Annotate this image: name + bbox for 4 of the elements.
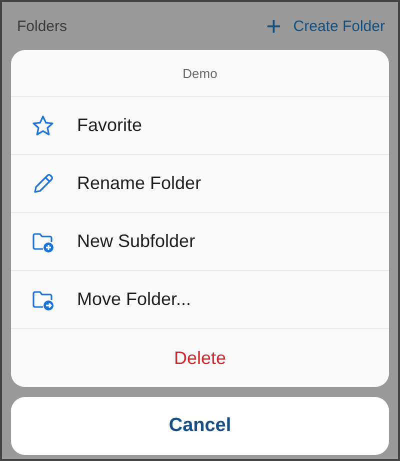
star-icon bbox=[31, 114, 55, 138]
pencil-icon bbox=[31, 172, 55, 196]
cancel-button[interactable]: Cancel bbox=[11, 397, 389, 455]
section-title: Folders bbox=[17, 18, 68, 34]
